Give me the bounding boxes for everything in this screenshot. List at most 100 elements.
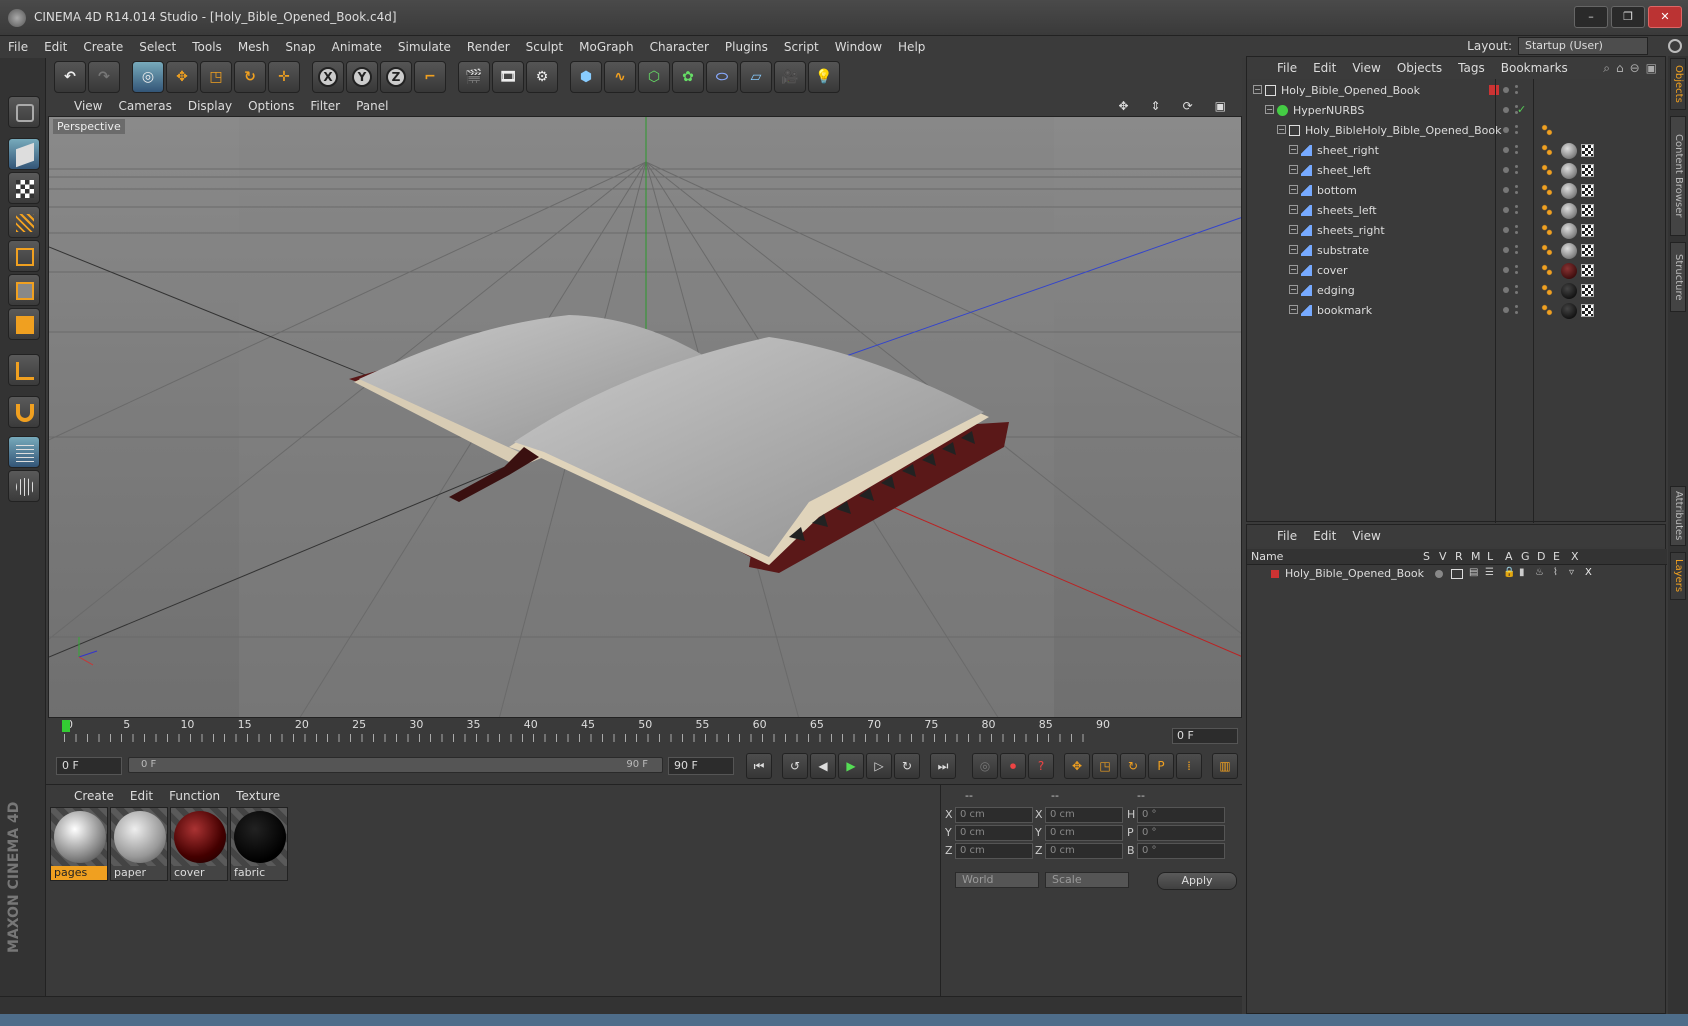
menu-script[interactable]: Script xyxy=(776,40,827,54)
phong-tag-icon[interactable] xyxy=(1541,304,1553,316)
object-row[interactable]: − Holy_Bible_Opened_Book xyxy=(1247,81,1667,101)
start-frame-field[interactable]: 0 F xyxy=(56,757,122,775)
expand-icon[interactable]: − xyxy=(1289,265,1298,274)
expand-icon[interactable]: − xyxy=(1289,145,1298,154)
coordinate-system-icon[interactable]: ⌐ xyxy=(414,61,446,93)
layer-column-header[interactable]: A xyxy=(1505,550,1513,563)
object-row[interactable]: − Holy_BibleHoly_Bible_Opened_Book xyxy=(1247,121,1667,141)
next-key-icon[interactable]: ↻ xyxy=(894,753,920,779)
menu-edit[interactable]: Edit xyxy=(36,40,75,54)
visibility-dots-icon[interactable] xyxy=(1503,205,1518,217)
move-icon[interactable]: ✥ xyxy=(166,61,198,93)
menu-mograph[interactable]: MoGraph xyxy=(571,40,642,54)
key-pla-icon[interactable]: ⁞ xyxy=(1176,753,1202,779)
uvw-tag-icon[interactable] xyxy=(1581,204,1594,217)
object-row[interactable]: − cover xyxy=(1247,261,1667,281)
viewport-menu-filter[interactable]: Filter xyxy=(302,99,348,113)
menu-create[interactable]: Create xyxy=(75,40,131,54)
viewport-menu-display[interactable]: Display xyxy=(180,99,240,113)
expand-icon[interactable]: − xyxy=(1289,245,1298,254)
layer-column-header[interactable]: Name xyxy=(1251,550,1283,563)
layer-menu-view[interactable]: View xyxy=(1344,529,1388,543)
menu-animate[interactable]: Animate xyxy=(324,40,390,54)
material-tag-icon[interactable] xyxy=(1561,223,1577,239)
key-rotation-icon[interactable]: ↻ xyxy=(1120,753,1146,779)
phong-tag-icon[interactable] xyxy=(1541,244,1553,256)
workplane-icon[interactable] xyxy=(8,206,40,238)
visibility-dots-icon[interactable] xyxy=(1503,85,1518,97)
material-menu-create[interactable]: Create xyxy=(66,789,122,803)
visibility-dots-icon[interactable] xyxy=(1503,125,1518,137)
uvw-tag-icon[interactable] xyxy=(1581,304,1594,317)
visible-editor-icon[interactable] xyxy=(1451,569,1463,579)
current-frame-field[interactable]: 0 F xyxy=(1172,728,1238,744)
play-icon[interactable]: ▶ xyxy=(838,753,864,779)
playhead[interactable] xyxy=(62,720,70,732)
object-row[interactable]: − bottom xyxy=(1247,181,1667,201)
uvw-tag-icon[interactable] xyxy=(1581,144,1594,157)
dolly-icon[interactable]: ⇕ xyxy=(1143,99,1169,113)
menu-tools[interactable]: Tools xyxy=(184,40,230,54)
viewport-menu-options[interactable]: Options xyxy=(240,99,302,113)
material-tag-icon[interactable] xyxy=(1561,243,1577,259)
spline-pen-icon[interactable]: ∿ xyxy=(604,61,636,93)
animation-icon[interactable]: ▮ xyxy=(1519,567,1525,578)
material-menu-edit[interactable]: Edit xyxy=(122,789,161,803)
material-tag-icon[interactable] xyxy=(1561,163,1577,179)
object-row[interactable]: − edging xyxy=(1247,281,1667,301)
material-tag-icon[interactable] xyxy=(1561,183,1577,199)
layer-row[interactable]: Holy_Bible_Opened_Book ▤ ☰ 🔒 ▮ ♨ ⌇ ▿ X xyxy=(1247,565,1667,583)
visibility-dots-icon[interactable] xyxy=(1503,265,1518,277)
render-icon[interactable]: ▤ xyxy=(1469,567,1478,578)
camera-icon[interactable]: 🎥 xyxy=(774,61,806,93)
layer-column-header[interactable]: E xyxy=(1553,550,1560,563)
menu-simulate[interactable]: Simulate xyxy=(390,40,459,54)
size-field[interactable]: 0 cm xyxy=(1045,825,1123,841)
material-menu-function[interactable]: Function xyxy=(161,789,228,803)
object-row[interactable]: − sheets_right xyxy=(1247,221,1667,241)
phong-tag-icon[interactable] xyxy=(1541,164,1553,176)
menu-sculpt[interactable]: Sculpt xyxy=(518,40,571,54)
pan-icon[interactable]: ✥ xyxy=(1110,99,1136,113)
render-settings-icon[interactable]: ⚙ xyxy=(526,61,558,93)
render-view-icon[interactable]: 🎬 xyxy=(458,61,490,93)
layer-column-header[interactable]: D xyxy=(1537,550,1545,563)
redo-icon[interactable]: ↷ xyxy=(88,61,120,93)
points-mode-icon[interactable] xyxy=(8,240,40,272)
material-paper[interactable]: paper xyxy=(110,807,168,881)
layer-menu-edit[interactable]: Edit xyxy=(1305,529,1344,543)
material-fabric[interactable]: fabric xyxy=(230,807,288,881)
manager-icon[interactable]: ☰ xyxy=(1485,567,1494,578)
menu-window[interactable]: Window xyxy=(827,40,890,54)
maximize-button[interactable]: ❐ xyxy=(1611,6,1645,28)
material-cover[interactable]: cover xyxy=(170,807,228,881)
rotation-field[interactable]: 0 ° xyxy=(1137,843,1225,859)
visibility-dots-icon[interactable] xyxy=(1503,165,1518,177)
world-dropdown[interactable]: World xyxy=(955,872,1039,888)
texture-mode-icon[interactable] xyxy=(8,172,40,204)
new-window-icon[interactable]: ▣ xyxy=(1646,61,1657,76)
visibility-dots-icon[interactable] xyxy=(1503,305,1518,317)
object-row[interactable]: − HyperNURBS ✓ xyxy=(1247,101,1667,121)
search-icon[interactable]: ⌕ xyxy=(1603,61,1610,76)
expand-icon[interactable]: − xyxy=(1289,305,1298,314)
size-field[interactable]: 0 cm xyxy=(1045,843,1123,859)
deformer-icon[interactable]: ⬭ xyxy=(706,61,738,93)
material-tag-icon[interactable] xyxy=(1561,203,1577,219)
phong-tag-icon[interactable] xyxy=(1541,184,1553,196)
model-mode-icon[interactable] xyxy=(8,138,40,170)
phong-tag-icon[interactable] xyxy=(1541,204,1553,216)
subdivision-surface-icon[interactable]: ⬡ xyxy=(638,61,670,93)
menu-mesh[interactable]: Mesh xyxy=(230,40,278,54)
array-icon[interactable]: ✿ xyxy=(672,61,704,93)
key-position-icon[interactable]: ✥ xyxy=(1064,753,1090,779)
preview-range-slider[interactable]: 0 F 90 F xyxy=(128,757,663,773)
go-to-start-icon[interactable]: ⏮ xyxy=(746,753,772,779)
z-axis-icon[interactable]: Z xyxy=(380,61,412,93)
keyframe-selection-icon[interactable]: ? xyxy=(1028,753,1054,779)
object-row[interactable]: − sheet_right xyxy=(1247,141,1667,161)
cube-icon[interactable]: ⬢ xyxy=(570,61,602,93)
visibility-dots-icon[interactable] xyxy=(1503,225,1518,237)
viewport-menu-panel[interactable]: Panel xyxy=(348,99,396,113)
object-row[interactable]: − substrate xyxy=(1247,241,1667,261)
